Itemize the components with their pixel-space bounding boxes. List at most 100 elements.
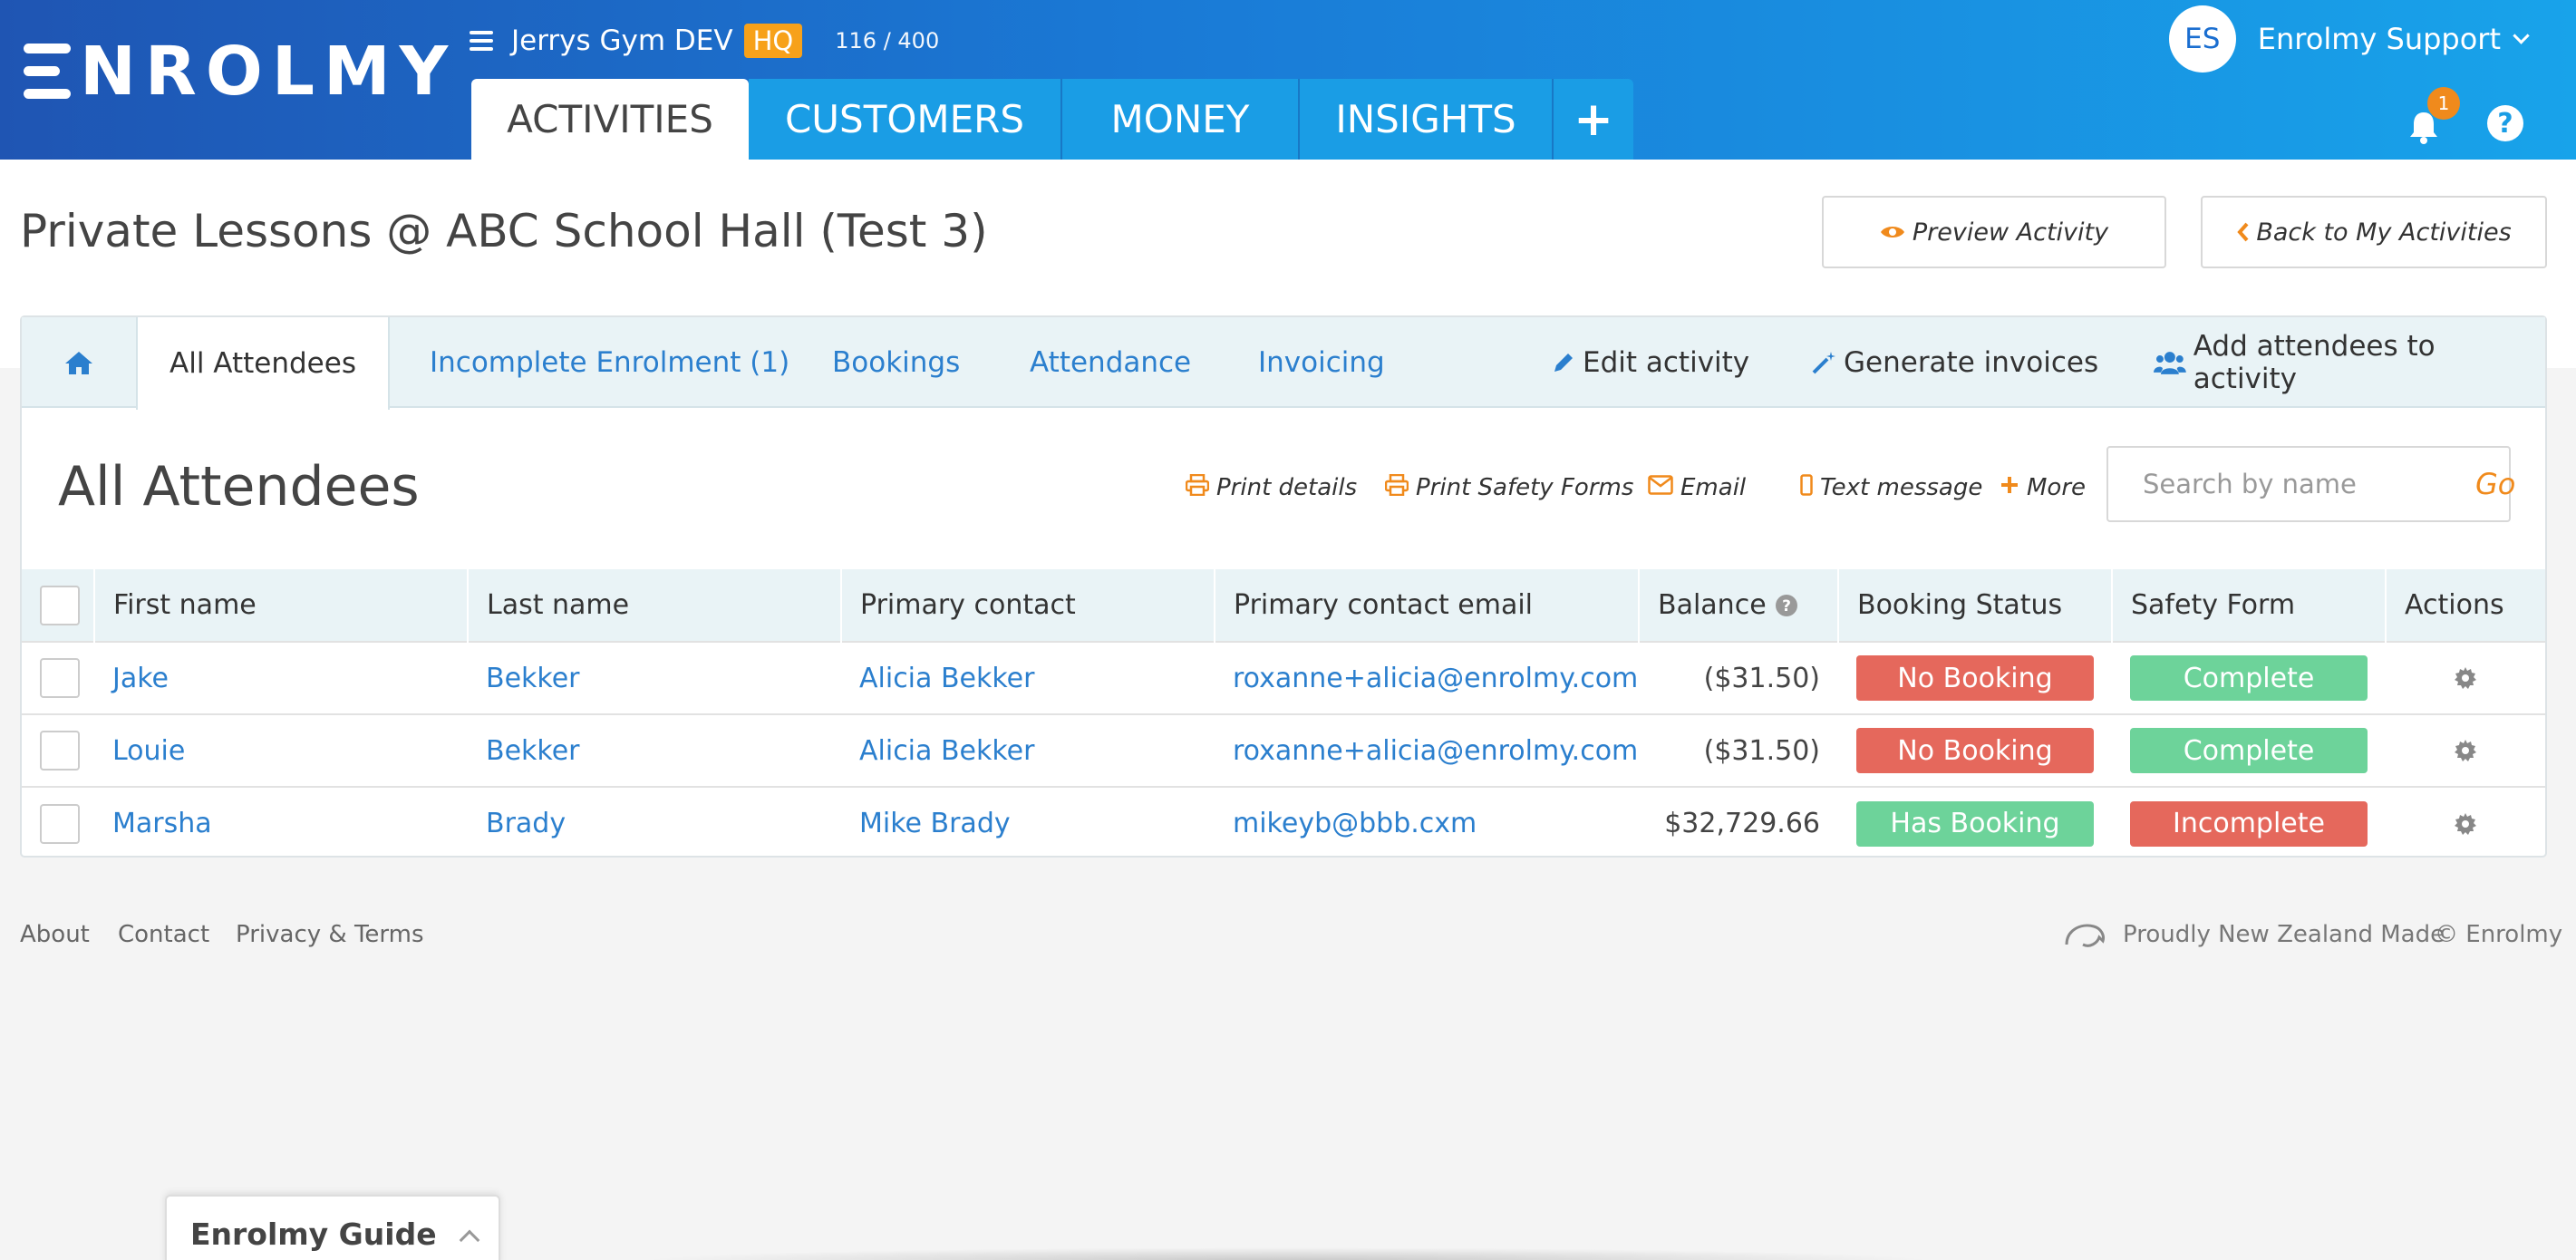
email-button[interactable]: Email [1648, 468, 1746, 508]
col-safety-form[interactable]: Safety Form [2111, 569, 2386, 642]
select-all-checkbox[interactable] [40, 585, 80, 625]
tab-incomplete-enrolment[interactable]: Incomplete Enrolment (1) [430, 317, 789, 408]
actions-cell [2386, 786, 2545, 859]
balance-value: ($31.50) [1639, 641, 1838, 714]
col-actions: Actions [2385, 569, 2545, 642]
safety-form-cell: Incomplete [2112, 786, 2386, 859]
primary-contact-link[interactable]: Alicia Bekker [841, 713, 1215, 787]
nz-made-text: Proudly New Zealand Made [2123, 921, 2445, 948]
svg-text:?: ? [1782, 597, 1791, 615]
safety-form-cell: Complete [2112, 641, 2386, 714]
table-header-row: First name Last name Primary contact Pri… [22, 569, 2545, 642]
print-safety-forms-label: Print Safety Forms [1416, 474, 1634, 501]
back-to-activities-button[interactable]: Back to My Activities [2201, 196, 2547, 268]
enrolmy-guide-widget[interactable]: Enrolmy Guide [165, 1195, 500, 1260]
question-circle-icon[interactable]: ? [1775, 594, 1798, 617]
tab-attendance[interactable]: Attendance [1030, 317, 1191, 408]
safety-form-cell: Complete [2112, 713, 2386, 787]
preview-activity-label: Preview Activity [1912, 218, 2109, 247]
footer-contact-link[interactable]: Contact [118, 921, 209, 948]
add-attendees-button[interactable]: Add attendees to activity [2154, 317, 2545, 408]
safety-form-badge[interactable]: Complete [2130, 655, 2368, 701]
primary-contact-email-link[interactable]: roxanne+alicia@enrolmy.com [1215, 641, 1639, 714]
chevron-left-icon [2237, 222, 2249, 242]
add-attendees-label: Add attendees to activity [2193, 330, 2436, 395]
more-button[interactable]: More [2000, 468, 2086, 508]
safety-form-badge[interactable]: Complete [2130, 728, 2368, 773]
last-name-link[interactable]: Bekker [468, 713, 841, 787]
edit-activity-button[interactable]: Edit activity [1552, 317, 1749, 408]
more-label: More [2027, 474, 2087, 501]
actions-cell [2386, 641, 2545, 714]
col-primary-contact-email[interactable]: Primary contact email [1214, 569, 1639, 642]
home-icon [65, 352, 92, 374]
row-select-cell [22, 713, 94, 787]
first-name-link[interactable]: Louie [94, 713, 468, 787]
user-menu[interactable]: ES Enrolmy Support [2168, 5, 2530, 73]
row-checkbox[interactable] [40, 658, 80, 698]
section-title: All Attendees [58, 455, 420, 519]
tab-bookings[interactable]: Bookings [832, 317, 960, 408]
text-message-button[interactable]: Text message [1800, 468, 1982, 508]
col-booking-status[interactable]: Booking Status [1837, 569, 2112, 642]
footer-privacy-link[interactable]: Privacy & Terms [236, 921, 424, 948]
org-switcher[interactable]: Jerrys Gym DEV HQ 116 / 400 [470, 18, 939, 63]
email-label: Email [1680, 474, 1747, 501]
col-primary-contact[interactable]: Primary contact [840, 569, 1215, 642]
safety-form-badge[interactable]: Incomplete [2130, 800, 2368, 847]
table-row: Marsha Brady Mike Brady mikeyb@bbb.cxm $… [22, 786, 2545, 859]
tab-money[interactable]: MONEY [1062, 79, 1300, 160]
gear-icon[interactable] [2454, 666, 2477, 690]
chevron-down-icon[interactable] [2513, 26, 2530, 44]
chevron-up-icon[interactable] [459, 1229, 480, 1251]
booking-status-badge: No Booking [1856, 655, 2094, 701]
primary-contact-link[interactable]: Alicia Bekker [841, 641, 1215, 714]
menu-icon[interactable] [470, 31, 493, 51]
guide-label: Enrolmy Guide [190, 1216, 437, 1252]
last-name-link[interactable]: Bekker [468, 641, 841, 714]
mobile-phone-icon [1800, 473, 1813, 502]
back-to-activities-label: Back to My Activities [2256, 218, 2512, 247]
first-name-link[interactable]: Jake [94, 641, 468, 714]
select-all-cell [22, 569, 94, 642]
magic-wand-icon [1812, 352, 1835, 374]
tab-activities[interactable]: ACTIVITIES [471, 79, 749, 160]
gear-icon[interactable] [2454, 812, 2477, 836]
last-name-link[interactable]: Brady [468, 786, 841, 859]
print-details-button[interactable]: Print details [1185, 468, 1357, 508]
add-tab-button[interactable]: + [1554, 79, 1633, 160]
avatar[interactable]: ES [2168, 5, 2236, 73]
primary-contact-link[interactable]: Mike Brady [841, 786, 1215, 859]
eye-icon [1880, 227, 1904, 237]
enrolmy-logo[interactable]: NROLMY [24, 38, 457, 105]
col-balance[interactable]: Balance ? [1638, 569, 1838, 642]
booking-status-cell: Has Booking [1838, 786, 2112, 859]
col-last-name[interactable]: Last name [467, 569, 841, 642]
tab-customers[interactable]: CUSTOMERS [749, 79, 1062, 160]
envelope-icon [1648, 474, 1673, 501]
search-input[interactable] [2143, 457, 2475, 511]
gear-icon[interactable] [2454, 739, 2477, 762]
help-icon[interactable]: ? [2487, 105, 2523, 141]
preview-activity-button[interactable]: Preview Activity [1822, 196, 2166, 268]
primary-contact-email-link[interactable]: roxanne+alicia@enrolmy.com [1215, 713, 1639, 787]
row-checkbox[interactable] [40, 803, 80, 844]
tab-all-attendees[interactable]: All Attendees [136, 317, 390, 410]
edit-activity-label: Edit activity [1583, 346, 1750, 379]
plus-icon [2000, 474, 2019, 501]
col-first-name[interactable]: First name [93, 569, 468, 642]
first-name-link[interactable]: Marsha [94, 786, 468, 859]
row-checkbox[interactable] [40, 731, 80, 771]
user-name[interactable]: Enrolmy Support [2258, 22, 2501, 56]
footer-about-link[interactable]: About [20, 921, 90, 948]
balance-value: $32,729.66 [1639, 786, 1838, 859]
go-button[interactable]: Go [2475, 467, 2515, 501]
generate-invoices-button[interactable]: Generate invoices [1811, 317, 2098, 408]
primary-contact-email-link[interactable]: mikeyb@bbb.cxm [1215, 786, 1639, 859]
tab-invoicing[interactable]: Invoicing [1258, 317, 1385, 408]
users-icon [2154, 352, 2186, 374]
print-safety-forms-button[interactable]: Print Safety Forms [1384, 468, 1634, 508]
tab-insights[interactable]: INSIGHTS [1300, 79, 1554, 160]
home-tab[interactable] [22, 317, 136, 408]
booking-status-cell: No Booking [1838, 713, 2112, 787]
